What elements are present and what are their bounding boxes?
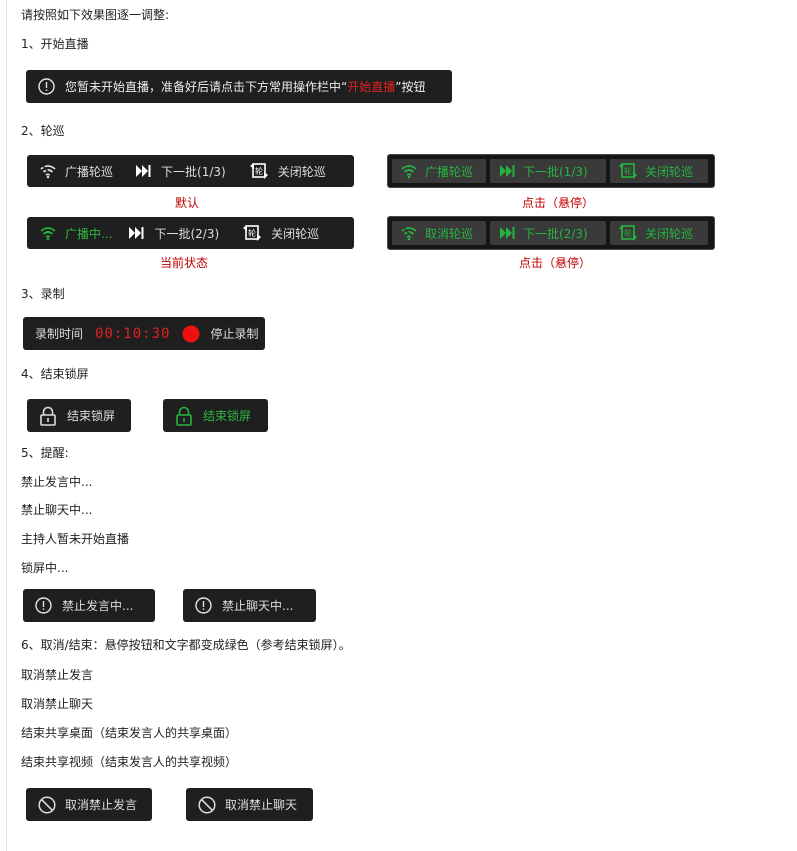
- wifi-icon: [39, 163, 57, 179]
- skip-next-icon: [134, 163, 152, 179]
- skip-next-icon: [498, 163, 516, 179]
- reminder-line: 禁止聊天中...: [21, 503, 93, 517]
- notice-start-live-highlight: 开始直播: [347, 80, 396, 94]
- caption-current: 当前状态: [160, 256, 209, 270]
- speech-banned-badge: 禁止发言中...: [23, 589, 155, 622]
- skip-next-icon: [127, 225, 145, 241]
- wifi-icon: [400, 163, 418, 179]
- reminder-line: 禁止发言中...: [21, 475, 93, 489]
- notice-text-after: ”按钮: [395, 80, 426, 94]
- ban-icon: [38, 795, 56, 814]
- broadcast-patrol-button-hover[interactable]: 广播轮巡: [392, 159, 486, 183]
- cancel-chat-ban-label: 取消禁止聊天: [225, 798, 298, 812]
- recording-bar: 录制时间 00:10:30 停止录制: [23, 317, 265, 350]
- cancel-speech-ban-button[interactable]: 取消禁止发言: [26, 788, 152, 821]
- broadcasting-button[interactable]: 广播中...: [39, 225, 112, 242]
- end-lock-label: 结束锁屏: [203, 409, 252, 423]
- broadcast-patrol-label: 广播轮巡: [65, 164, 114, 179]
- close-patrol-button[interactable]: 轮 关闭轮巡: [242, 224, 319, 242]
- broadcasting-label: 广播中...: [65, 226, 113, 241]
- info-icon: [38, 78, 55, 95]
- caption-hover-2: 点击（悬停）: [519, 256, 592, 270]
- wifi-icon: [400, 225, 418, 241]
- lock-icon: [175, 406, 193, 426]
- cancel-patrol-label: 取消轮巡: [425, 226, 474, 241]
- broadcast-patrol-label: 广播轮巡: [425, 164, 474, 179]
- end-lock-button-default[interactable]: 结束锁屏: [27, 399, 131, 432]
- cancel-line: 结束共享桌面（结束发言人的共享桌面）: [21, 726, 238, 740]
- cancel-speech-ban-label: 取消禁止发言: [65, 798, 138, 812]
- close-patrol-icon: 轮: [249, 162, 269, 180]
- next-batch-label: 下一批(2/3): [154, 226, 220, 241]
- next-batch-label: 下一批(1/3): [161, 164, 226, 179]
- chat-banned-badge: 禁止聊天中...: [183, 589, 316, 622]
- close-patrol-icon: 轮: [618, 162, 638, 180]
- patrol-bar-default: 广播轮巡 下一批(1/3) 轮 关闭轮巡: [27, 155, 354, 187]
- cancel-chat-ban-button[interactable]: 取消禁止聊天: [186, 788, 313, 821]
- section3-heading: 3、录制: [21, 287, 65, 301]
- section4-heading: 4、结束锁屏: [21, 367, 89, 381]
- ban-icon: [198, 795, 216, 814]
- next-batch-button-hover[interactable]: 下一批(2/3): [490, 221, 606, 245]
- section5-heading: 5、提醒:: [21, 446, 69, 460]
- intro-text: 请按照如下效果图逐一调整:: [21, 8, 170, 22]
- end-lock-button-hover[interactable]: 结束锁屏: [163, 399, 268, 432]
- end-lock-label: 结束锁屏: [67, 409, 116, 423]
- next-batch-button[interactable]: 下一批(1/3): [134, 163, 226, 180]
- close-patrol-button[interactable]: 轮 关闭轮巡: [249, 162, 326, 180]
- next-batch-label: 下一批(1/3): [523, 164, 588, 179]
- patrol-bar-hover-2: 取消轮巡 下一批(2/3) 轮 关闭轮巡: [387, 216, 715, 250]
- svg-text:轮: 轮: [624, 166, 632, 176]
- stop-recording-label: 停止录制: [210, 327, 259, 341]
- close-patrol-label: 关闭轮巡: [645, 226, 694, 241]
- cancel-line: 取消禁止发言: [21, 668, 94, 682]
- recording-time-label: 录制时间: [35, 327, 84, 341]
- svg-text:轮: 轮: [624, 228, 632, 238]
- close-patrol-label: 关闭轮巡: [271, 226, 320, 241]
- next-batch-button[interactable]: 下一批(2/3): [127, 225, 219, 242]
- caption-hover-1: 点击（悬停）: [522, 196, 595, 210]
- cancel-line: 结束共享视频（结束发言人的共享视频）: [21, 755, 238, 769]
- next-batch-button-hover[interactable]: 下一批(1/3): [490, 159, 606, 183]
- reminder-line: 主持人暂未开始直播: [21, 532, 130, 546]
- patrol-bar-hover-1: 广播轮巡 下一批(1/3) 轮 关闭轮巡: [387, 154, 715, 188]
- record-dot-icon: [182, 325, 200, 343]
- next-batch-label: 下一批(2/3): [523, 226, 588, 241]
- cancel-patrol-button-hover[interactable]: 取消轮巡: [392, 221, 486, 245]
- section2-heading: 2、轮巡: [21, 124, 65, 138]
- close-patrol-label: 关闭轮巡: [645, 164, 694, 179]
- svg-text:轮: 轮: [255, 166, 263, 176]
- left-divider: [6, 0, 7, 851]
- wifi-icon: [39, 225, 57, 241]
- close-patrol-button-hover[interactable]: 轮 关闭轮巡: [610, 221, 708, 245]
- live-not-started-notice: 您暂未开始直播，准备好后请点击下方常用操作栏中“开始直播”按钮: [26, 70, 452, 103]
- svg-text:轮: 轮: [248, 228, 256, 238]
- caption-default: 默认: [175, 196, 200, 210]
- info-icon: [195, 597, 212, 614]
- section6-heading: 6、取消/结束：悬停按钮和文字都变成绿色（参考结束锁屏）。: [21, 638, 351, 652]
- chat-banned-label: 禁止聊天中...: [222, 599, 294, 613]
- notice-text: 您暂未开始直播，准备好后请点击下方常用操作栏中“开始直播”按钮: [65, 78, 425, 95]
- close-patrol-button-hover[interactable]: 轮 关闭轮巡: [610, 159, 708, 183]
- skip-next-icon: [498, 225, 516, 241]
- reminder-line: 锁屏中...: [21, 561, 69, 575]
- broadcast-patrol-button[interactable]: 广播轮巡: [39, 163, 113, 180]
- speech-banned-label: 禁止发言中...: [62, 599, 134, 613]
- close-patrol-icon: 轮: [618, 224, 638, 242]
- lock-icon: [39, 406, 57, 426]
- recording-timer: 00:10:30: [95, 325, 171, 342]
- cancel-line: 取消禁止聊天: [21, 697, 94, 711]
- patrol-bar-current: 广播中... 下一批(2/3) 轮 关闭轮巡: [27, 217, 354, 249]
- notice-text-before: 您暂未开始直播，准备好后请点击下方常用操作栏中“: [65, 80, 348, 94]
- section1-heading: 1、开始直播: [21, 37, 89, 51]
- info-icon: [35, 597, 52, 614]
- stop-recording-button[interactable]: 停止录制: [182, 325, 258, 343]
- close-patrol-label: 关闭轮巡: [277, 164, 326, 179]
- close-patrol-icon: 轮: [242, 224, 262, 242]
